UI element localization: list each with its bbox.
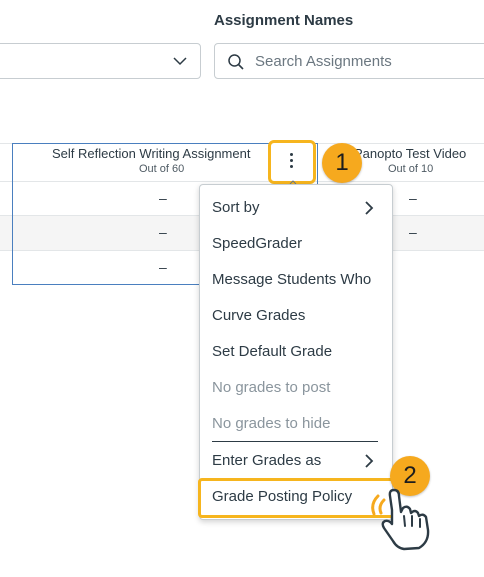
chevron-down-icon: [172, 53, 188, 74]
section-filter-select[interactable]: [0, 43, 201, 79]
menu-item-message-students[interactable]: Message Students Who: [212, 271, 371, 288]
step-1-badge: 1: [322, 143, 362, 183]
chevron-right-icon: [364, 453, 374, 474]
grade-cell[interactable]: –: [159, 259, 167, 275]
assignment-names-label: Assignment Names: [214, 12, 354, 29]
column-title: Panopto Test Video: [354, 146, 467, 161]
kebab-menu-icon: [290, 153, 294, 171]
search-assignments-input[interactable]: [255, 50, 484, 72]
chevron-right-icon: [364, 200, 374, 221]
menu-item-post-grades: No grades to post: [212, 379, 331, 396]
grade-cell[interactable]: –: [409, 224, 417, 240]
assignment-search-field[interactable]: [214, 43, 484, 79]
menu-item-speedgrader[interactable]: SpeedGrader: [212, 235, 302, 252]
pointer-hand-icon: [364, 486, 436, 557]
grade-cell[interactable]: –: [409, 190, 417, 206]
search-icon: [227, 53, 245, 76]
menu-item-enter-grades-as[interactable]: Enter Grades as: [212, 452, 321, 469]
grade-cell[interactable]: –: [159, 224, 167, 240]
menu-item-curve-grades[interactable]: Curve Grades: [212, 307, 305, 324]
menu-item-set-default-grade[interactable]: Set Default Grade: [212, 343, 332, 360]
column-options-menu: Sort by SpeedGrader Message Students Who…: [199, 184, 393, 520]
column-points: Out of 10: [388, 163, 434, 175]
menu-item-sort-by[interactable]: Sort by: [212, 199, 260, 216]
menu-item-hide-grades: No grades to hide: [212, 415, 331, 432]
grade-cell[interactable]: –: [159, 190, 167, 206]
menu-divider: [212, 441, 378, 442]
